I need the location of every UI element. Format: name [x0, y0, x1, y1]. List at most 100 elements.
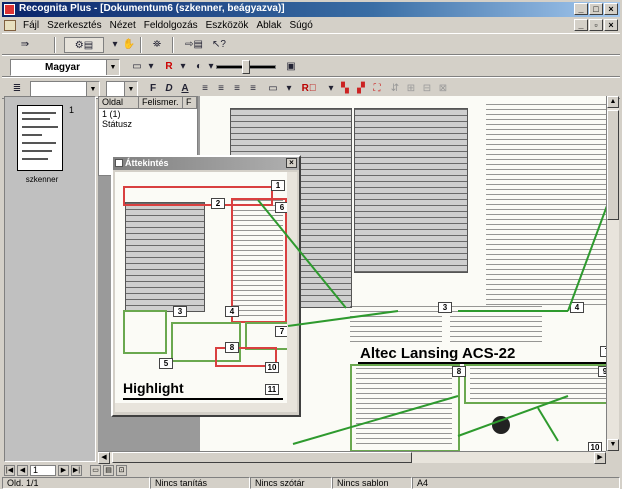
style-icon[interactable]: ≣: [8, 81, 26, 97]
zone-badge[interactable]: 2: [211, 198, 225, 209]
doc-close-button[interactable]: ×: [604, 19, 618, 31]
menu-tools[interactable]: Eszközök: [202, 20, 253, 31]
overview-zone[interactable]: [123, 310, 167, 354]
zone-badge[interactable]: 10: [265, 362, 279, 373]
main-toolbar: ⇛ ⚙▤ ▾ ✋ ⛯ ⇨▤ ↖?: [2, 33, 620, 55]
zone-badge[interactable]: 4: [225, 306, 239, 317]
scroll-left-icon[interactable]: ◀: [98, 452, 110, 464]
first-page-icon[interactable]: |◀: [4, 465, 15, 476]
dropdown-icon[interactable]: ▾: [280, 81, 298, 97]
zone-badge[interactable]: 3: [173, 306, 187, 317]
overview-headline: Highlight: [123, 380, 184, 396]
last-page-icon[interactable]: ▶|: [71, 465, 82, 476]
thumbnail-panel: 1 szkenner: [4, 96, 96, 462]
layout-icon[interactable]: ▤: [103, 465, 114, 476]
horizontal-scroll-thumb[interactable]: [112, 452, 412, 463]
zone-merge-icon[interactable]: ⊠: [434, 81, 452, 97]
page-headline: Altec Lansing ACS-22: [360, 345, 516, 362]
menu-process[interactable]: Feldolgozás: [140, 20, 202, 31]
vertical-scroll-thumb[interactable]: [607, 110, 619, 220]
document-view[interactable]: Oldal Felismer. F 1 (1) Státusz Altec La…: [98, 96, 618, 451]
file-list-row[interactable]: 1 (1): [99, 109, 197, 119]
underline-icon[interactable]: A: [176, 81, 194, 97]
scan-icon[interactable]: ⇛: [16, 37, 34, 53]
dropdown-icon[interactable]: ▾: [142, 59, 160, 75]
zone-badge[interactable]: 8: [452, 366, 466, 377]
menu-help[interactable]: Súgó: [285, 20, 316, 31]
overview-close-button[interactable]: ×: [286, 158, 297, 168]
zone-badge[interactable]: 5: [159, 358, 173, 369]
page-number-field[interactable]: 1: [30, 465, 56, 476]
vertical-scrollbar[interactable]: ▲ ▼: [606, 96, 619, 451]
chevron-down-icon[interactable]: ▼: [106, 60, 119, 75]
export-icon[interactable]: ⇨▤: [180, 37, 208, 53]
status-bar: Old. 1/1 Nincs tanítás Nincs szótár Ninc…: [2, 477, 620, 489]
recognize-icon[interactable]: R⃝: [298, 81, 320, 97]
zone-badge[interactable]: 1: [271, 180, 285, 191]
justify-icon[interactable]: ≡: [244, 81, 262, 97]
page-thumbnail[interactable]: [17, 105, 63, 171]
zone-badge[interactable]: 10: [588, 442, 602, 451]
overview-page[interactable]: Highlight 1 2 6 3 4 5 8 7 10 11: [115, 172, 297, 412]
status-page: Old. 1/1: [2, 477, 150, 489]
scroll-right-icon[interactable]: ▶: [594, 452, 606, 464]
overview-vertical-scrollbar[interactable]: [287, 172, 297, 412]
prev-page-icon[interactable]: ◀: [17, 465, 28, 476]
status-dictionary: Nincs szótár: [250, 477, 332, 489]
window-title: Recognita Plus - [Dokumentum6 (szkenner,…: [19, 3, 285, 14]
binoculars-icon[interactable]: ⛯: [148, 37, 166, 53]
scroll-up-icon[interactable]: ▲: [607, 96, 619, 108]
menu-bar: Fájl Szerkesztés Nézet Feldolgozás Eszkö…: [2, 18, 620, 32]
menu-edit[interactable]: Szerkesztés: [43, 20, 105, 31]
title-bar[interactable]: Recognita Plus - [Dokumentum6 (szkenner,…: [2, 2, 620, 17]
format-toolbar: Magyar ▼ ▭ ▾ R ▾ ◐ ▾ ▣: [2, 55, 620, 77]
document-icon[interactable]: [4, 19, 16, 31]
text-column-bottom-right: [470, 368, 608, 400]
horizontal-scrollbar[interactable]: ◀ ▶: [98, 451, 606, 464]
zoom-fit-icon[interactable]: ⊡: [116, 465, 127, 476]
zone-link-icon[interactable]: ⛶: [368, 81, 386, 97]
text-column-right: [486, 104, 614, 309]
page-navigator: |◀ ◀ 1 ▶ ▶| ▭ ▤ ⊡: [4, 464, 154, 477]
menu-file[interactable]: Fájl: [19, 20, 43, 31]
overview-horizontal-scrollbar[interactable]: [115, 403, 287, 412]
maximize-button[interactable]: □: [589, 3, 603, 15]
status-paper-size: A4: [412, 477, 620, 489]
app-icon[interactable]: [4, 4, 15, 15]
status-template: Nincs sablon: [332, 477, 412, 489]
product-table-right: [354, 108, 468, 273]
zoom-icon[interactable]: ▣: [282, 59, 300, 75]
app-window: Recognita Plus - [Dokumentum6 (szkenner,…: [0, 0, 622, 489]
file-list-row[interactable]: Státusz: [99, 119, 197, 129]
doc-restore-button[interactable]: ▫: [589, 19, 603, 31]
doc-minimize-button[interactable]: _: [574, 19, 588, 31]
language-select[interactable]: Magyar ▼: [10, 59, 120, 76]
thumbnail-caption: szkenner: [25, 175, 59, 184]
help-pointer-icon[interactable]: ↖?: [210, 37, 228, 53]
overview-window[interactable]: Áttekintés × Highlight 1 2 6 3 4 5 8 7 1…: [111, 155, 301, 417]
menu-view[interactable]: Nézet: [106, 20, 140, 31]
zone-badge[interactable]: 4: [570, 302, 584, 313]
zone-badge[interactable]: 11: [265, 384, 279, 395]
menu-window[interactable]: Ablak: [252, 20, 285, 31]
zone-badge[interactable]: 3: [438, 302, 452, 313]
headline-rule: [358, 362, 616, 364]
thumbnail-page-number: 1: [69, 105, 75, 115]
minimize-button[interactable]: _: [574, 3, 588, 15]
column-f[interactable]: F: [183, 97, 197, 108]
column-page[interactable]: Oldal: [99, 97, 139, 108]
hand-icon[interactable]: ✋: [120, 37, 138, 53]
status-training: Nincs tanítás: [150, 477, 250, 489]
scroll-down-icon[interactable]: ▼: [607, 439, 619, 451]
view-mode-icon[interactable]: ▭: [90, 465, 101, 476]
column-recognized[interactable]: Felismer.: [139, 97, 183, 108]
next-page-icon[interactable]: ▶: [58, 465, 69, 476]
chevron-down-icon[interactable]: ▼: [86, 82, 99, 97]
process-sequence-icon[interactable]: ⚙▤: [64, 37, 104, 53]
chevron-down-icon[interactable]: ▼: [124, 82, 137, 97]
threshold-slider-thumb[interactable]: [242, 60, 250, 74]
zone-badge[interactable]: 8: [225, 342, 239, 353]
overview-title-bar[interactable]: Áttekintés ×: [113, 157, 299, 170]
close-button[interactable]: ×: [604, 3, 618, 15]
overview-zone[interactable]: [231, 198, 287, 323]
